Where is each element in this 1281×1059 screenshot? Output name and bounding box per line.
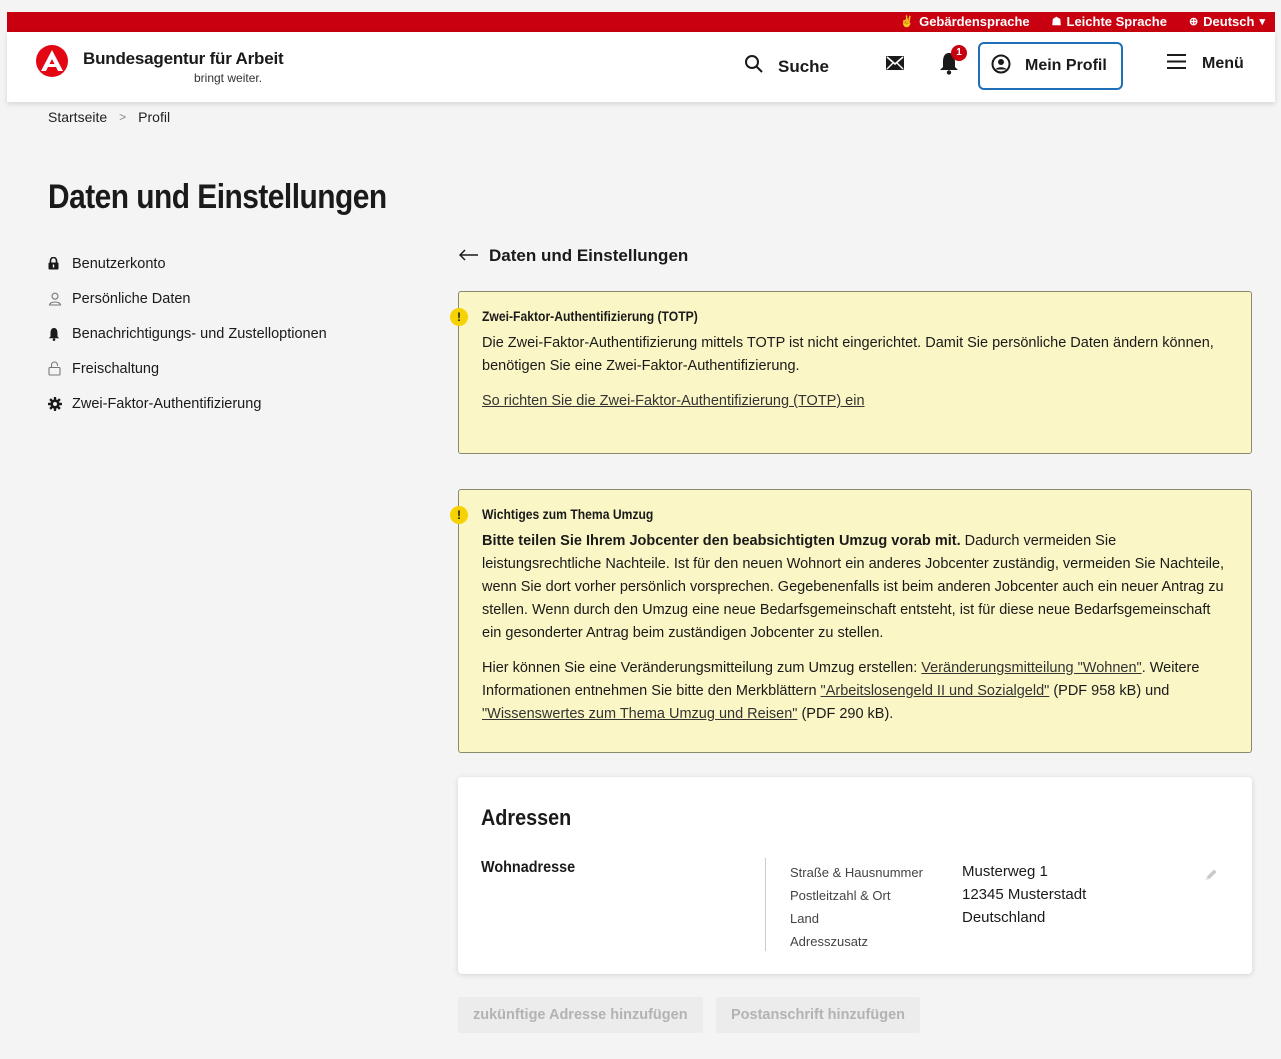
unlock-icon <box>48 361 72 376</box>
brand-tagline: bringt weiter. <box>194 71 263 85</box>
move-notice-paragraph: Bitte teilen Sie Ihrem Jobcenter den bea… <box>482 530 1227 645</box>
move-notice-body: Dadurch vermeiden Sie leistungsrechtlich… <box>482 533 1225 641</box>
search-button[interactable]: Suche <box>744 54 829 79</box>
my-profile-button[interactable]: Mein Profil <box>978 42 1123 90</box>
sign-language-link[interactable]: ✌ Gebärdensprache <box>900 14 1029 29</box>
totp-setup-link[interactable]: So richten Sie die Zwei-Faktor-Authentif… <box>482 393 865 409</box>
breadcrumb-home[interactable]: Startseite <box>48 109 107 125</box>
notification-count-badge: 1 <box>951 45 967 61</box>
country-value: Deutschland <box>962 909 1046 926</box>
address-values: Musterweg 1 12345 Musterstadt Deutschlan… <box>962 860 1086 929</box>
bell-icon <box>939 53 959 79</box>
country-label: Land <box>790 911 819 926</box>
breadcrumb-current[interactable]: Profil <box>138 109 170 125</box>
addresses-title: Adressen <box>481 805 572 830</box>
globe-icon: ⊕ <box>1188 16 1199 28</box>
bell-icon <box>48 327 72 341</box>
sidenav-item-freischaltung[interactable]: Freischaltung <box>48 351 327 386</box>
ba-logo-icon[interactable] <box>36 45 68 77</box>
profile-sidenav: Benutzerkonto Persönliche Daten Benachri… <box>48 246 327 421</box>
divider <box>765 858 766 951</box>
sidenav-item-label: Benutzerkonto <box>72 255 166 272</box>
service-bar: ✌ Gebärdensprache ☗ Leichte Sprache ⊕ De… <box>7 12 1275 32</box>
leaflet-move-travel-link[interactable]: "Wissenswertes zum Thema Umzug und Reise… <box>482 706 797 722</box>
chevron-down-icon: ▾ <box>1259 16 1265 28</box>
add-future-address-button[interactable]: zukünftige Adresse hinzufügen <box>458 997 703 1033</box>
street-label: Straße & Hausnummer <box>790 865 923 880</box>
easy-language-label: Leichte Sprache <box>1066 14 1167 29</box>
mail-icon[interactable] <box>886 56 904 75</box>
move-notice: ! Wichtiges zum Thema Umzug Bitte teilen… <box>450 489 1252 753</box>
postal-city-label: Postleitzahl & Ort <box>790 888 891 903</box>
pencil-icon <box>1203 869 1219 887</box>
user-circle-icon <box>991 54 1011 79</box>
warning-icon: ! <box>450 506 468 524</box>
page-title: Daten und Einstellungen <box>48 178 387 216</box>
search-label: Suche <box>778 56 830 76</box>
arrow-left-icon <box>458 246 479 266</box>
totp-notice-title: Zwei-Faktor-Authentifizierung (TOTP) <box>482 309 698 324</box>
back-link[interactable]: Daten und Einstellungen <box>458 246 689 266</box>
search-icon <box>744 54 764 79</box>
person-icon <box>48 292 72 306</box>
notifications-button[interactable]: 1 <box>939 45 967 79</box>
sidenav-item-label: Freischaltung <box>72 360 160 377</box>
move-notice-text: (PDF 958 kB) und <box>1049 683 1170 699</box>
back-link-label: Daten und Einstellungen <box>489 246 689 265</box>
street-value: Musterweg 1 <box>962 863 1048 880</box>
addresses-card: Adressen Wohnadresse Straße & Hausnummer… <box>458 777 1252 974</box>
sign-language-label: Gebärdensprache <box>919 14 1030 29</box>
easy-language-link[interactable]: ☗ Leichte Sprache <box>1052 14 1167 29</box>
address-labels: Straße & Hausnummer Postleitzahl & Ort L… <box>790 861 923 953</box>
lock-icon <box>48 257 72 270</box>
sidenav-item-label: Zwei-Faktor-Authentifizierung <box>72 395 262 412</box>
language-select[interactable]: ⊕ Deutsch ▾ <box>1189 14 1265 29</box>
my-profile-label: Mein Profil <box>1025 57 1107 74</box>
move-notice-text: Hier können Sie eine Veränderungsmitteil… <box>482 660 922 676</box>
change-notice-housing-link[interactable]: Veränderungsmitteilung "Wohnen" <box>921 660 1141 676</box>
sidenav-item-persoenliche-daten[interactable]: Persönliche Daten <box>48 281 327 316</box>
totp-notice: ! Zwei-Faktor-Authentifizierung (TOTP) D… <box>450 291 1252 454</box>
leaflet-alg2-link[interactable]: "Arbeitslosengeld II und Sozialgeld" <box>821 683 1050 699</box>
language-label: Deutsch <box>1203 14 1255 29</box>
warning-icon: ! <box>450 308 468 326</box>
address-addition-label: Adresszusatz <box>790 934 869 949</box>
move-notice-text: (PDF 290 kB). <box>797 706 894 722</box>
add-postal-address-button[interactable]: Postanschrift hinzufügen <box>716 997 920 1033</box>
gear-icon <box>48 396 72 411</box>
menu-button[interactable]: Menü <box>1167 54 1244 74</box>
move-notice-title: Wichtiges zum Thema Umzug <box>482 507 654 522</box>
sidenav-item-zwei-faktor[interactable]: Zwei-Faktor-Authentifizierung <box>48 386 327 421</box>
menu-label: Menü <box>1202 55 1244 72</box>
site-header: Bundesagentur für Arbeit bringt weiter. … <box>7 32 1275 102</box>
breadcrumb-separator: > <box>119 110 127 124</box>
breadcrumb: Startseite > Profil <box>48 109 170 125</box>
move-notice-links-paragraph: Hier können Sie eine Veränderungsmitteil… <box>482 657 1227 726</box>
home-address-heading: Wohnadresse <box>481 859 576 876</box>
edit-address-button[interactable] <box>1203 867 1219 888</box>
move-notice-lead: Bitte teilen Sie Ihrem Jobcenter den bea… <box>482 533 961 549</box>
hands-icon: ✌ <box>900 16 915 28</box>
postal-city-value: 12345 Musterstadt <box>962 886 1087 903</box>
hamburger-icon <box>1167 54 1186 74</box>
book-icon: ☗ <box>1051 16 1062 28</box>
brand-title[interactable]: Bundesagentur für Arbeit <box>83 49 284 69</box>
sidenav-item-benutzerkonto[interactable]: Benutzerkonto <box>48 246 327 281</box>
sidenav-item-label: Persönliche Daten <box>72 290 191 307</box>
sidenav-item-benachrichtigungen[interactable]: Benachrichtigungs- und Zustelloptionen <box>48 316 327 351</box>
totp-notice-text: Die Zwei-Faktor-Authentifizierung mittel… <box>482 335 1214 374</box>
sidenav-item-label: Benachrichtigungs- und Zustelloptionen <box>72 325 327 342</box>
